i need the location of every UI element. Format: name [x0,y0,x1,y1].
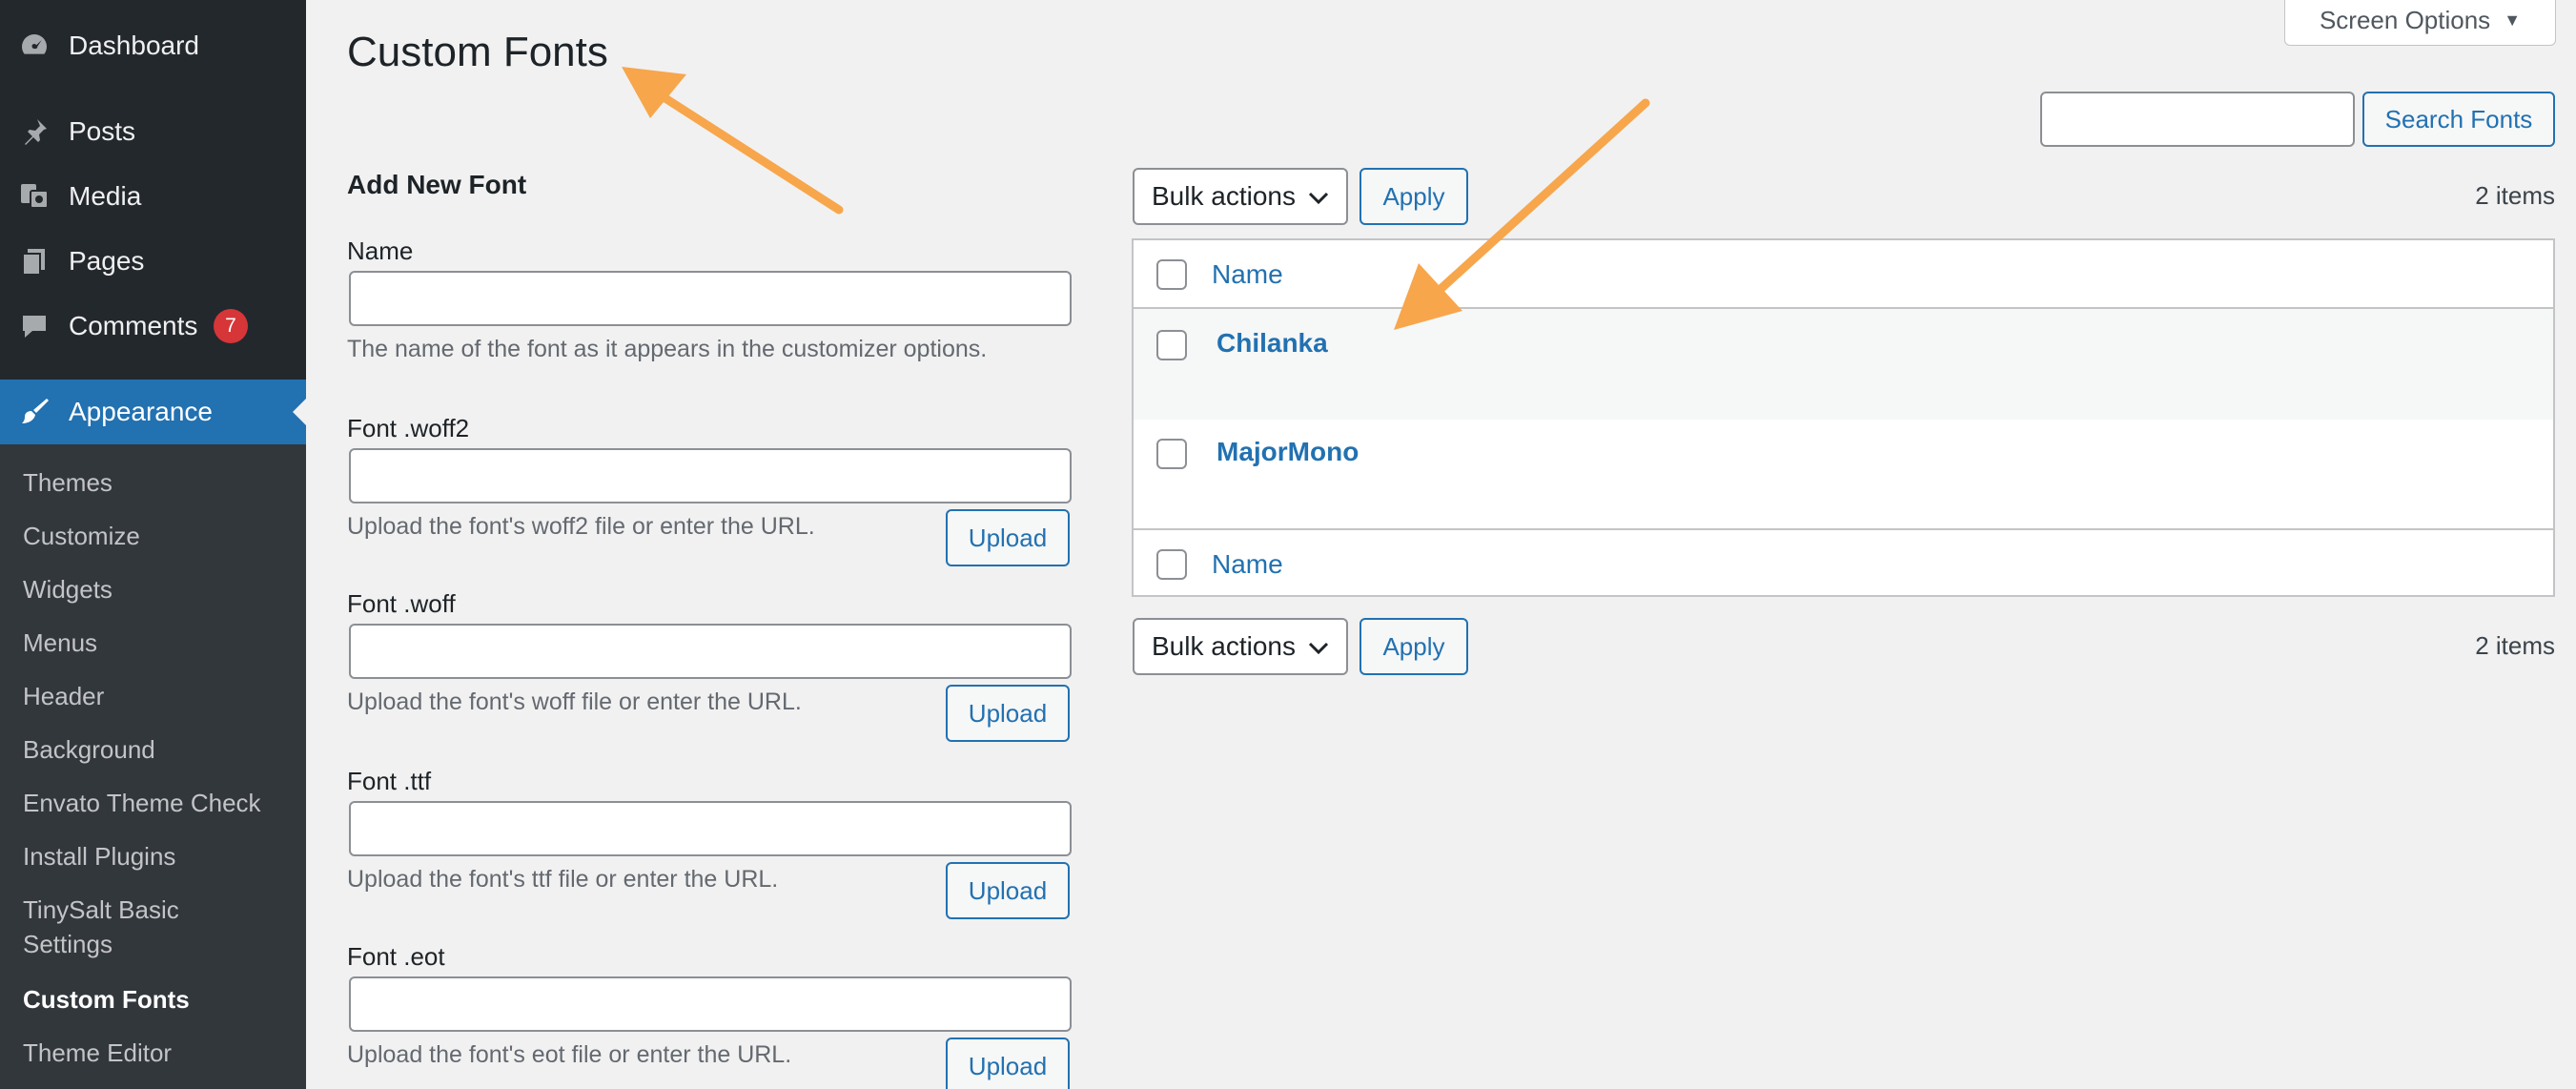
fonts-table: Name Chilanka MajorMono Name [1132,238,2555,597]
sidebar-item-comments[interactable]: Comments 7 [0,296,306,357]
table-row: Chilanka [1134,309,2553,420]
font-name-link[interactable]: Chilanka [1216,328,1328,359]
table-header-row: Name [1134,240,2553,309]
arrow-icon [622,67,844,215]
woff2-upload-button[interactable]: Upload [946,509,1070,566]
submenu-item-themes[interactable]: Themes [23,465,290,500]
bulk-actions-select-bottom[interactable]: Bulk actions [1133,618,1348,675]
items-count-top: 2 items [2475,181,2555,210]
name-column-header[interactable]: Name [1212,259,1283,290]
sidebar-item-pages[interactable]: Pages [0,231,306,292]
eot-description: Upload the font's eot file or enter the … [347,1041,792,1068]
paintbrush-icon [17,395,51,429]
name-label: Name [347,236,414,265]
row-checkbox[interactable] [1156,439,1187,469]
submenu-item-custom-fonts[interactable]: Custom Fonts [23,982,290,1017]
ttf-input[interactable] [349,801,1072,856]
woff2-description: Upload the font's woff2 file or enter th… [347,513,815,540]
bulk-actions-label: Bulk actions [1152,181,1296,211]
submenu-item-install-plugins[interactable]: Install Plugins [23,839,290,873]
bulk-actions-label: Bulk actions [1152,631,1296,661]
eot-label: Font .eot [347,942,445,971]
media-icon [17,179,51,214]
font-name-link[interactable]: MajorMono [1216,437,1359,467]
chevron-down-icon [1308,192,1329,205]
submenu-item-envato-theme-check[interactable]: Envato Theme Check [23,786,290,820]
sidebar-item-appearance[interactable]: Appearance [0,380,306,444]
select-all-checkbox-footer[interactable] [1156,549,1187,580]
eot-input[interactable] [349,976,1072,1032]
add-new-font-heading: Add New Font [347,170,527,199]
sidebar-item-label: Dashboard [69,31,199,60]
submenu-item-widgets[interactable]: Widgets [23,572,290,606]
sidebar-item-label: Pages [69,246,145,276]
woff2-input[interactable] [349,448,1072,503]
apply-button-top[interactable]: Apply [1360,168,1468,225]
search-input[interactable] [2040,92,2355,147]
sidebar-item-label: Appearance [69,397,214,426]
caret-down-icon: ▼ [2504,10,2522,30]
select-all-checkbox[interactable] [1156,259,1187,290]
admin-sidebar: Dashboard Posts Media Pages Comments 7 A… [0,0,306,1089]
apply-button-bottom[interactable]: Apply [1360,618,1468,675]
name-description: The name of the font as it appears in th… [347,336,988,362]
woff-label: Font .woff [347,589,456,618]
items-count-bottom: 2 items [2475,631,2555,660]
chevron-down-icon [1308,642,1329,655]
table-footer-row: Name [1134,528,2553,597]
sidebar-item-label: Posts [69,116,136,146]
screen-options-button[interactable]: Screen Options ▼ [2284,0,2556,46]
pages-icon [17,244,51,278]
appearance-submenu: Themes Customize Widgets Menus Header Ba… [0,444,306,1089]
ttf-label: Font .ttf [347,767,432,795]
bulk-actions-select-top[interactable]: Bulk actions [1133,168,1348,225]
row-checkbox[interactable] [1156,330,1187,360]
sidebar-item-label: Comments [69,311,198,340]
name-column-footer[interactable]: Name [1212,549,1283,580]
page-title: Custom Fonts [347,29,608,75]
table-row: MajorMono [1134,420,2553,528]
pin-icon [17,114,51,149]
submenu-item-theme-editor[interactable]: Theme Editor [23,1036,290,1070]
woff2-label: Font .woff2 [347,414,470,442]
sidebar-item-dashboard[interactable]: Dashboard [0,15,306,76]
woff-input[interactable] [349,624,1072,679]
screen-options-label: Screen Options [2319,5,2491,34]
ttf-description: Upload the font's ttf file or enter the … [347,866,779,893]
ttf-upload-button[interactable]: Upload [946,862,1070,919]
woff-upload-button[interactable]: Upload [946,685,1070,742]
sidebar-item-media[interactable]: Media [0,166,306,227]
eot-upload-button[interactable]: Upload [946,1038,1070,1089]
submenu-item-background[interactable]: Background [23,732,290,767]
comment-count-badge: 7 [214,309,248,343]
dashboard-icon [17,29,51,63]
comment-icon [17,309,51,343]
submenu-item-tinysalt-basic-settings[interactable]: TinySalt Basic Settings [23,893,242,961]
search-fonts-button[interactable]: Search Fonts [2362,92,2555,147]
submenu-item-header[interactable]: Header [23,679,290,713]
name-input[interactable] [349,271,1072,326]
sidebar-item-label: Media [69,181,142,211]
submenu-item-menus[interactable]: Menus [23,626,290,660]
woff-description: Upload the font's woff file or enter the… [347,688,802,715]
sidebar-item-posts[interactable]: Posts [0,101,306,162]
submenu-item-customize[interactable]: Customize [23,519,290,553]
